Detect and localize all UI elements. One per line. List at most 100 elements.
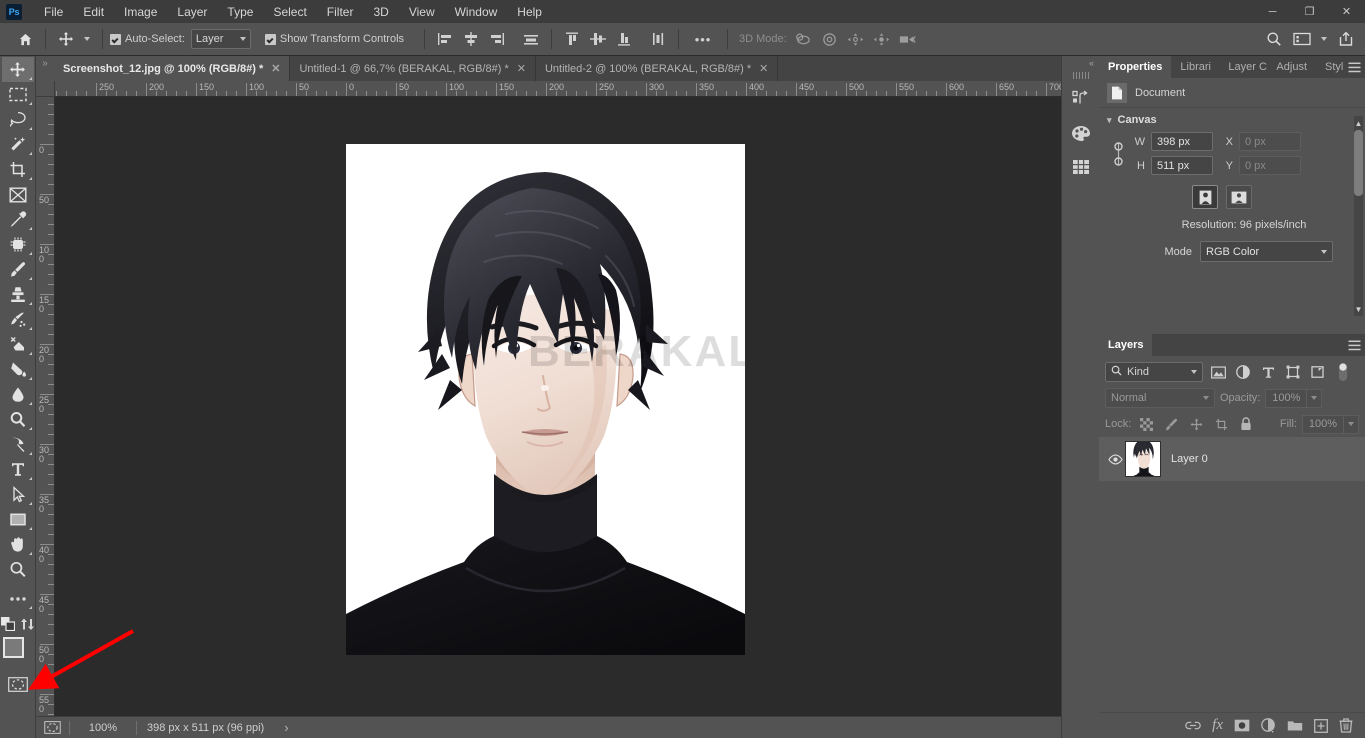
close-icon[interactable]: ✕ — [271, 62, 280, 75]
lock-transparency-icon[interactable] — [1136, 414, 1156, 434]
menu-window[interactable]: Window — [445, 2, 508, 22]
foreground-background-color-swatches[interactable] — [2, 637, 34, 671]
lock-all-icon[interactable] — [1236, 414, 1256, 434]
canvas-height-input[interactable]: 511 px — [1151, 156, 1213, 175]
zoom-tool[interactable] — [2, 557, 34, 582]
panel-menu-icon[interactable] — [1343, 56, 1365, 78]
shape-filter-icon[interactable] — [1283, 362, 1303, 382]
canvas-width-input[interactable]: 398 px — [1151, 132, 1213, 151]
properties-scrollbar-thumb[interactable] — [1354, 130, 1363, 196]
close-icon[interactable]: ✕ — [759, 62, 768, 75]
horizontal-ruler[interactable]: 2502001501005005010015020025030035040045… — [55, 81, 1061, 97]
distribute-horizontal-icon[interactable] — [518, 27, 544, 51]
link-layers-icon[interactable] — [1185, 720, 1201, 731]
fill-stepper-icon[interactable] — [1344, 415, 1359, 434]
canvas-mode-dropdown[interactable]: RGB Color — [1200, 241, 1333, 262]
document-tab-untitled-2[interactable]: Untitled-2 @ 100% (BERAKAL, RGB/8#) * ✕ — [536, 56, 778, 81]
align-right-edges-icon[interactable] — [484, 27, 510, 51]
menu-image[interactable]: Image — [114, 2, 167, 22]
close-icon[interactable]: ✕ — [517, 62, 526, 75]
status-expand-arrow[interactable]: › — [274, 720, 298, 735]
search-icon[interactable] — [1261, 27, 1287, 51]
new-layer-icon[interactable] — [1314, 719, 1328, 733]
grid-panel-icon[interactable] — [1066, 153, 1096, 181]
scroll-down-arrow[interactable]: ▼ — [1354, 304, 1363, 314]
roll-3d-icon[interactable] — [817, 27, 843, 51]
link-dimensions-icon[interactable] — [1107, 141, 1129, 167]
add-layer-mask-icon[interactable] — [1234, 719, 1250, 732]
menu-3d[interactable]: 3D — [363, 2, 398, 22]
chevron-down-icon[interactable] — [1317, 27, 1331, 51]
document-tab-untitled-1[interactable]: Untitled-1 @ 66,7% (BERAKAL, RGB/8#) * ✕ — [290, 56, 535, 81]
lock-image-icon[interactable] — [1161, 414, 1181, 434]
new-adjustment-layer-icon[interactable] — [1261, 718, 1276, 733]
portrait-orientation-icon[interactable] — [1192, 185, 1218, 209]
new-group-icon[interactable] — [1287, 719, 1303, 732]
layer-name[interactable]: Layer 0 — [1171, 453, 1208, 465]
auto-select-checkbox[interactable] — [110, 34, 121, 45]
restore-button[interactable]: ❐ — [1291, 0, 1328, 23]
adjustment-filter-icon[interactable] — [1233, 362, 1253, 382]
type-filter-icon[interactable] — [1258, 362, 1278, 382]
object-selection-tool[interactable] — [2, 132, 34, 157]
menu-file[interactable]: File — [34, 2, 73, 22]
tab-layers[interactable]: Layers — [1099, 334, 1152, 356]
lasso-tool[interactable] — [2, 107, 34, 132]
opacity-value[interactable]: 100% — [1265, 389, 1307, 408]
menu-view[interactable]: View — [399, 2, 445, 22]
close-button[interactable]: ✕ — [1328, 0, 1365, 23]
tab-collapse-icon[interactable]: » — [36, 56, 54, 81]
brush-tool[interactable] — [2, 257, 34, 282]
align-bottom-edges-icon[interactable] — [611, 27, 637, 51]
orbit-3d-icon[interactable] — [791, 27, 817, 51]
landscape-orientation-icon[interactable] — [1226, 185, 1252, 209]
pen-tool[interactable] — [2, 432, 34, 457]
move-tool[interactable] — [2, 57, 34, 82]
blur-tool[interactable] — [2, 382, 34, 407]
opacity-stepper-icon[interactable] — [1307, 389, 1322, 408]
hand-tool[interactable] — [2, 532, 34, 557]
camera-3d-icon[interactable] — [895, 27, 921, 51]
pan-3d-icon[interactable] — [843, 27, 869, 51]
frame-tool[interactable] — [2, 182, 34, 207]
tool-preset-chevron-icon[interactable] — [79, 27, 95, 51]
gradient-tool[interactable] — [2, 357, 34, 382]
vertical-ruler[interactable]: 050100150200250300350400450500550 — [36, 97, 55, 716]
show-transform-checkbox[interactable] — [265, 34, 276, 45]
quick-mask-icon[interactable] — [7, 675, 29, 693]
share-icon[interactable] — [1333, 27, 1359, 51]
quick-mask-icon[interactable] — [36, 721, 69, 734]
tab-layer-comps[interactable]: Layer C — [1219, 56, 1267, 78]
menu-help[interactable]: Help — [507, 2, 552, 22]
minimize-button[interactable]: ─ — [1254, 0, 1291, 23]
tab-libraries[interactable]: Librari — [1171, 56, 1219, 78]
horizontal-type-tool[interactable] — [2, 457, 34, 482]
lock-position-icon[interactable] — [1186, 414, 1206, 434]
blend-mode-dropdown[interactable]: Normal — [1105, 388, 1215, 408]
slide-3d-icon[interactable] — [869, 27, 895, 51]
swap-colors-icon[interactable] — [21, 618, 34, 634]
layer-row-layer-0[interactable]: Layer 0 — [1099, 437, 1365, 481]
rectangle-tool[interactable] — [2, 507, 34, 532]
menu-type[interactable]: Type — [217, 2, 263, 22]
artboard[interactable]: BERAKAL — [346, 144, 745, 655]
foreground-color-swatch[interactable] — [3, 637, 24, 658]
tab-properties[interactable]: Properties — [1099, 56, 1171, 78]
eyedropper-tool[interactable] — [2, 207, 34, 232]
workspace-icon[interactable] — [1289, 27, 1315, 51]
menu-select[interactable]: Select — [263, 2, 316, 22]
document-tab-screenshot12[interactable]: Screenshot_12.jpg @ 100% (RGB/8#) * ✕ — [54, 56, 290, 81]
scroll-up-arrow[interactable]: ▲ — [1354, 118, 1363, 128]
menu-layer[interactable]: Layer — [167, 2, 217, 22]
rectangular-marquee-tool[interactable] — [2, 82, 34, 107]
distribute-vertical-icon[interactable] — [645, 27, 671, 51]
menu-edit[interactable]: Edit — [73, 2, 114, 22]
dodge-tool[interactable] — [2, 407, 34, 432]
default-colors-icon[interactable] — [1, 617, 15, 634]
align-left-edges-icon[interactable] — [432, 27, 458, 51]
align-vertical-centers-icon[interactable] — [585, 27, 611, 51]
layer-filter-kind-dropdown[interactable]: Kind — [1105, 362, 1203, 382]
history-brush-tool[interactable] — [2, 307, 34, 332]
layer-thumbnail[interactable] — [1125, 441, 1161, 477]
auto-select-dropdown[interactable]: Layer — [191, 29, 251, 49]
